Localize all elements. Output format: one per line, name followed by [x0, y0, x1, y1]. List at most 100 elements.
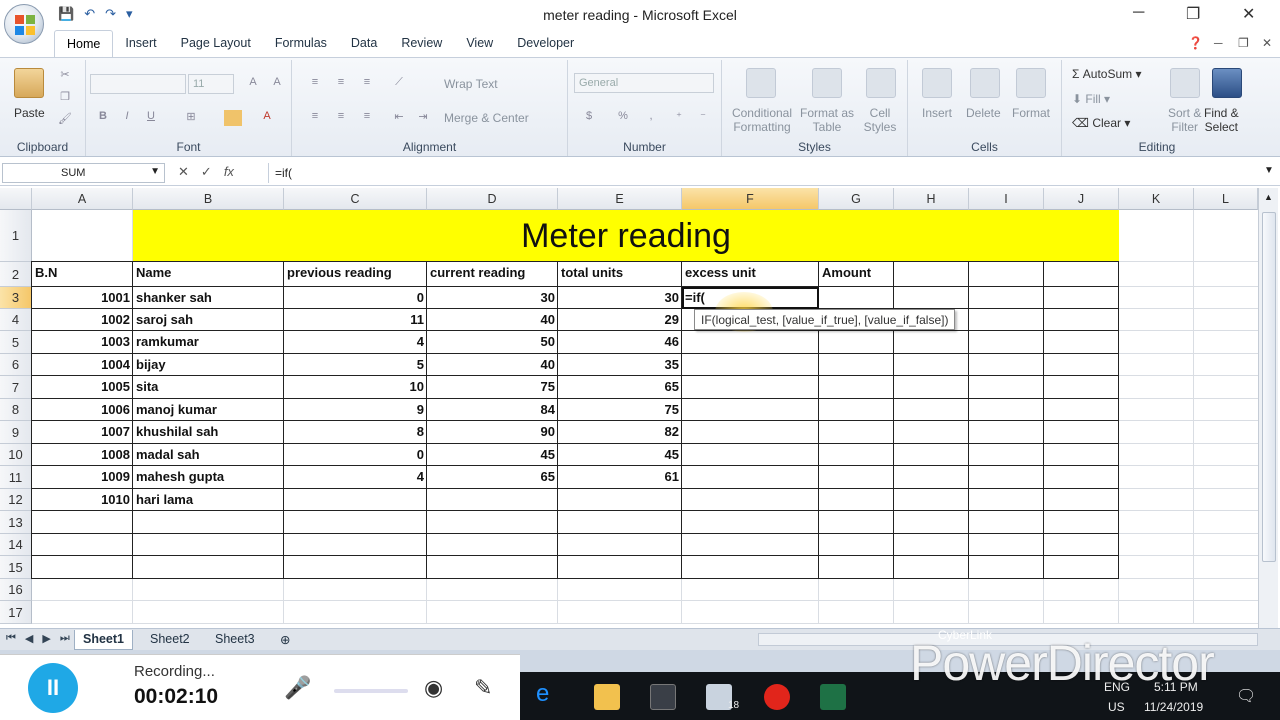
- tab-developer[interactable]: Developer: [505, 30, 586, 58]
- cell-prev[interactable]: 9: [284, 399, 427, 421]
- cell-total[interactable]: 29: [558, 309, 682, 331]
- cell-styles-button[interactable]: Cell Styles: [858, 106, 902, 134]
- cell-curr[interactable]: 90: [427, 421, 558, 444]
- column-header-f[interactable]: F: [682, 188, 819, 210]
- column-header-e[interactable]: E: [558, 188, 682, 210]
- excel-icon[interactable]: [820, 684, 846, 710]
- sheet-tab-sheet2[interactable]: Sheet2: [142, 630, 198, 650]
- cell-bn[interactable]: 1002: [32, 309, 133, 331]
- cell-name[interactable]: shanker sah: [133, 287, 284, 309]
- copy-icon[interactable]: ❐: [56, 90, 74, 106]
- sheet-title-cell[interactable]: Meter reading: [133, 210, 1119, 262]
- cell-curr[interactable]: 40: [427, 354, 558, 376]
- row-header-13[interactable]: 13: [0, 511, 32, 534]
- binoculars-icon[interactable]: [1212, 68, 1242, 98]
- cell-prev[interactable]: 10: [284, 376, 427, 399]
- ribbon-restore-icon[interactable]: ❐: [1238, 36, 1249, 50]
- paste-button[interactable]: Paste: [14, 106, 45, 120]
- cell-bn[interactable]: 1001: [32, 287, 133, 309]
- cell-name[interactable]: madal sah: [133, 444, 284, 466]
- edge-icon[interactable]: e: [536, 680, 562, 707]
- cell-bn[interactable]: 1010: [32, 489, 133, 511]
- name-box[interactable]: SUM ▼: [2, 163, 165, 183]
- header-amount[interactable]: Amount: [819, 262, 894, 287]
- cancel-icon[interactable]: ✕: [178, 164, 189, 180]
- cell-prev[interactable]: 0: [284, 444, 427, 466]
- vertical-scrollbar[interactable]: ▲: [1258, 188, 1278, 628]
- cell-name[interactable]: sita: [133, 376, 284, 399]
- cell-prev[interactable]: 0: [284, 287, 427, 309]
- cell-name[interactable]: bijay: [133, 354, 284, 376]
- cell-name[interactable]: mahesh gupta: [133, 466, 284, 489]
- row-header-11[interactable]: 11: [0, 466, 32, 489]
- close-button[interactable]: ✕: [1242, 4, 1255, 24]
- webcam-icon[interactable]: ◉: [424, 675, 443, 701]
- column-header-g[interactable]: G: [819, 188, 894, 210]
- row-header-17[interactable]: 17: [0, 601, 32, 624]
- conditional-formatting-icon[interactable]: [746, 68, 776, 98]
- column-header-k[interactable]: K: [1119, 188, 1194, 210]
- draw-pen-icon[interactable]: ✎: [474, 675, 492, 701]
- header-current-reading[interactable]: current reading: [427, 262, 558, 287]
- help-icon[interactable]: ❓: [1188, 36, 1203, 50]
- percent-button[interactable]: %: [614, 110, 632, 126]
- last-sheet-icon[interactable]: ⏭: [60, 632, 70, 645]
- cell-curr[interactable]: [427, 489, 558, 511]
- cell-curr[interactable]: 65: [427, 466, 558, 489]
- tab-data[interactable]: Data: [339, 30, 389, 58]
- cell-name[interactable]: saroj sah: [133, 309, 284, 331]
- currency-button[interactable]: $: [580, 110, 598, 126]
- cell-prev[interactable]: [284, 489, 427, 511]
- cell-curr[interactable]: 50: [427, 331, 558, 354]
- cell-bn[interactable]: 1006: [32, 399, 133, 421]
- row-header-3[interactable]: 3: [0, 287, 32, 309]
- borders-icon[interactable]: ⊞: [182, 110, 200, 126]
- row-header-14[interactable]: 14: [0, 534, 32, 556]
- find-select-button[interactable]: Find & Select: [1204, 106, 1239, 134]
- file-explorer-icon[interactable]: [594, 684, 620, 710]
- cell-prev[interactable]: 4: [284, 331, 427, 354]
- align-top-icon[interactable]: ≡: [306, 76, 324, 92]
- fill-color-icon[interactable]: [224, 110, 242, 126]
- cell-name[interactable]: khushilal sah: [133, 421, 284, 444]
- format-as-table-button[interactable]: Format as Table: [798, 106, 856, 134]
- delete-cells-icon[interactable]: [970, 68, 1000, 98]
- cell-name[interactable]: hari lama: [133, 489, 284, 511]
- row-header-5[interactable]: 5: [0, 331, 32, 354]
- align-bottom-icon[interactable]: ≡: [358, 76, 376, 92]
- underline-button[interactable]: U: [142, 110, 160, 126]
- row-header-12[interactable]: 12: [0, 489, 32, 511]
- next-sheet-icon[interactable]: ▶: [42, 632, 50, 645]
- header-b-n[interactable]: B.N: [32, 262, 133, 287]
- row-header-10[interactable]: 10: [0, 444, 32, 466]
- bold-button[interactable]: B: [94, 110, 112, 126]
- comma-style-icon[interactable]: ,: [642, 110, 660, 126]
- format-as-table-icon[interactable]: [812, 68, 842, 98]
- tab-view[interactable]: View: [454, 30, 505, 58]
- font-name-combo[interactable]: [90, 74, 186, 94]
- column-header-h[interactable]: H: [894, 188, 969, 210]
- store-icon[interactable]: [650, 684, 676, 710]
- prev-sheet-icon[interactable]: ◀: [25, 632, 33, 645]
- scroll-up-icon[interactable]: ▲: [1264, 192, 1273, 202]
- column-header-j[interactable]: J: [1044, 188, 1119, 210]
- cell-bn[interactable]: 1008: [32, 444, 133, 466]
- cell-prev[interactable]: 8: [284, 421, 427, 444]
- cell-curr[interactable]: 84: [427, 399, 558, 421]
- first-sheet-icon[interactable]: ⏮: [6, 632, 16, 645]
- cell-bn[interactable]: 1004: [32, 354, 133, 376]
- column-header-d[interactable]: D: [427, 188, 558, 210]
- minimize-button[interactable]: ─: [1133, 4, 1144, 22]
- cell-total[interactable]: 45: [558, 444, 682, 466]
- increase-decimal-icon[interactable]: ⁺: [670, 110, 688, 126]
- cut-icon[interactable]: ✂: [56, 68, 74, 84]
- delete-cells-button[interactable]: Delete: [966, 106, 1001, 120]
- formula-input[interactable]: =if(: [268, 163, 1264, 183]
- cell-total[interactable]: 30: [558, 287, 682, 309]
- tab-insert[interactable]: Insert: [113, 30, 168, 58]
- tab-review[interactable]: Review: [389, 30, 454, 58]
- cell-curr[interactable]: 40: [427, 309, 558, 331]
- merge-center-button[interactable]: Merge & Center: [444, 111, 529, 125]
- header-excess-unit[interactable]: excess unit: [682, 262, 819, 287]
- row-header-6[interactable]: 6: [0, 354, 32, 376]
